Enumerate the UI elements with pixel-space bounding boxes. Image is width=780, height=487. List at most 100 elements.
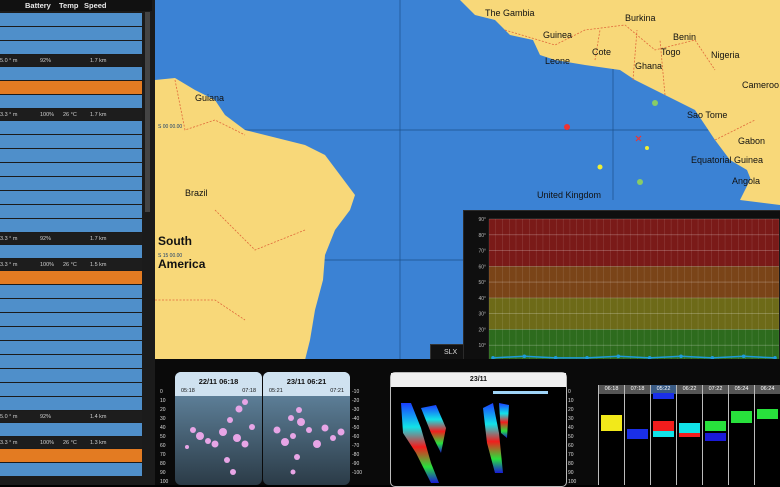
depth-tick: -80	[352, 452, 360, 458]
depth-tick: 30	[568, 416, 574, 422]
tag-marker[interactable]	[597, 164, 603, 170]
tag-row[interactable]	[0, 355, 142, 368]
depth-tick: 90	[160, 470, 166, 476]
tag-row[interactable]	[0, 13, 142, 26]
heatmap-plot	[399, 391, 548, 486]
heatmap-card[interactable]: 23/11	[390, 372, 567, 487]
tag-row[interactable]	[0, 397, 142, 410]
y-tick-label: 10°	[478, 343, 486, 349]
depth-tick: 90	[568, 470, 574, 476]
dive-card[interactable]: 22/11 06:18 05:18 07:18	[175, 372, 262, 485]
tag-row-selected[interactable]	[0, 81, 142, 94]
speed-column-header[interactable]: Speed	[84, 0, 107, 11]
y-tick-label: 40°	[478, 296, 486, 302]
summary-speed: 1.7 km	[90, 58, 107, 64]
tag-row[interactable]	[0, 27, 142, 40]
dive-dots-plot	[273, 407, 345, 475]
tag-row[interactable]	[0, 95, 142, 108]
day-column[interactable]: 07:22	[702, 385, 728, 485]
depth-tick: -30	[352, 407, 360, 413]
summary-battery: 100%	[40, 112, 55, 118]
depth-tick: -90	[352, 461, 360, 467]
tag-row[interactable]	[0, 299, 142, 312]
tag-row[interactable]	[0, 245, 142, 258]
day-column[interactable]: 06:22	[676, 385, 702, 485]
tag-row[interactable]	[0, 163, 142, 176]
tag-row[interactable]	[0, 327, 142, 340]
summary-speed: 1.7 km	[90, 112, 107, 118]
data-point[interactable]	[522, 354, 527, 359]
activity-block	[757, 409, 778, 419]
tag-summary-row[interactable]: 3.3 ° m 100% 26 °C 1.5 km	[0, 259, 142, 270]
column-header-bar: Battery Temp Speed	[0, 0, 152, 11]
map-label-leone: Leone	[545, 56, 571, 66]
map-label-burkina: Burkina	[625, 13, 656, 23]
tag-row[interactable]	[0, 205, 142, 218]
map-label-ghana: Ghana	[635, 61, 663, 71]
activity-block	[731, 411, 752, 423]
tag-row-selected[interactable]	[0, 449, 142, 462]
tag-marker[interactable]	[645, 146, 649, 150]
depth-tick: 0	[568, 389, 571, 395]
summary-speed: 1.4 km	[90, 414, 107, 420]
depth-tick: 60	[160, 443, 166, 449]
angle-band	[489, 219, 779, 267]
tag-marker[interactable]	[637, 179, 643, 185]
data-point[interactable]	[616, 354, 621, 359]
tag-row[interactable]	[0, 67, 142, 80]
tag-row[interactable]	[0, 341, 142, 354]
tag-row-selected[interactable]	[0, 271, 142, 284]
depth-tick: 40	[160, 425, 166, 431]
depth-tick: -50	[352, 425, 360, 431]
tag-summary-row[interactable]: 3.3 ° m 92% 1.7 km	[0, 233, 142, 244]
tag-row[interactable]	[0, 463, 142, 476]
battery-column-header[interactable]: Battery	[25, 0, 51, 11]
summary-depth: 3.3 ° m	[0, 236, 18, 242]
angle-chart: 0°10°20°30°40°50°60°70°80°90°27/10/2130/…	[478, 217, 780, 374]
depth-tick: -20	[352, 398, 360, 404]
tag-marker[interactable]	[652, 100, 658, 106]
tag-summary-row[interactable]: 3.3 ° m 100% 26 °C 1.7 km	[0, 109, 142, 120]
map-label-cameroon: Cameroo	[742, 80, 780, 90]
depth-tick: 10	[568, 398, 574, 404]
temp-column-header[interactable]: Temp	[59, 0, 78, 11]
angle-chart-panel: 0°10°20°30°40°50°60°70°80°90°27/10/2130/…	[463, 210, 780, 380]
depth-tick: 70	[568, 452, 574, 458]
tag-row[interactable]	[0, 135, 142, 148]
tag-row[interactable]	[0, 149, 142, 162]
tag-row[interactable]	[0, 219, 142, 232]
day-column[interactable]: 06:18	[598, 385, 624, 485]
summary-depth: 3.3 ° m	[0, 440, 18, 446]
tag-summary-row[interactable]: 5.0 ° m 92% 1.7 km	[0, 55, 142, 66]
depth-tick: -40	[352, 416, 360, 422]
activity-block	[653, 431, 674, 437]
day-column[interactable]: 05:22	[650, 385, 676, 485]
activity-block	[653, 421, 674, 431]
tag-row[interactable]	[0, 121, 142, 134]
depth-tick: 50	[568, 434, 574, 440]
day-column[interactable]: 05:24	[728, 385, 754, 485]
tag-row[interactable]	[0, 369, 142, 382]
tag-row[interactable]	[0, 383, 142, 396]
tag-row[interactable]	[0, 191, 142, 204]
depth-tick: 100	[160, 479, 169, 485]
dive-card[interactable]: 23/11 06:21 05:21 07:21	[263, 372, 350, 485]
tag-row[interactable]	[0, 423, 142, 436]
tag-summary-row[interactable]: 5.0 ° m 92% 1.4 km	[0, 411, 142, 422]
tag-summary-row[interactable]: 3.3 ° m 100% 26 °C 1.3 km	[0, 437, 142, 448]
map-label-gabon: Gabon	[738, 136, 766, 146]
data-point[interactable]	[679, 354, 683, 359]
tag-marker[interactable]	[564, 124, 570, 130]
summary-speed: 1.7 km	[90, 236, 107, 242]
tag-row[interactable]	[0, 313, 142, 326]
tag-row[interactable]	[0, 177, 142, 190]
sidebar-scrollbar[interactable]	[145, 12, 150, 212]
data-point[interactable]	[741, 354, 746, 359]
tag-row[interactable]	[0, 285, 142, 298]
day-column[interactable]: 06:24	[754, 385, 780, 485]
activity-block	[705, 433, 726, 441]
day-column[interactable]: 07:18	[624, 385, 650, 485]
day-column-time: 05:24	[729, 385, 754, 394]
tag-row[interactable]	[0, 41, 142, 54]
map-label-uk: United Kingdom	[537, 190, 602, 200]
